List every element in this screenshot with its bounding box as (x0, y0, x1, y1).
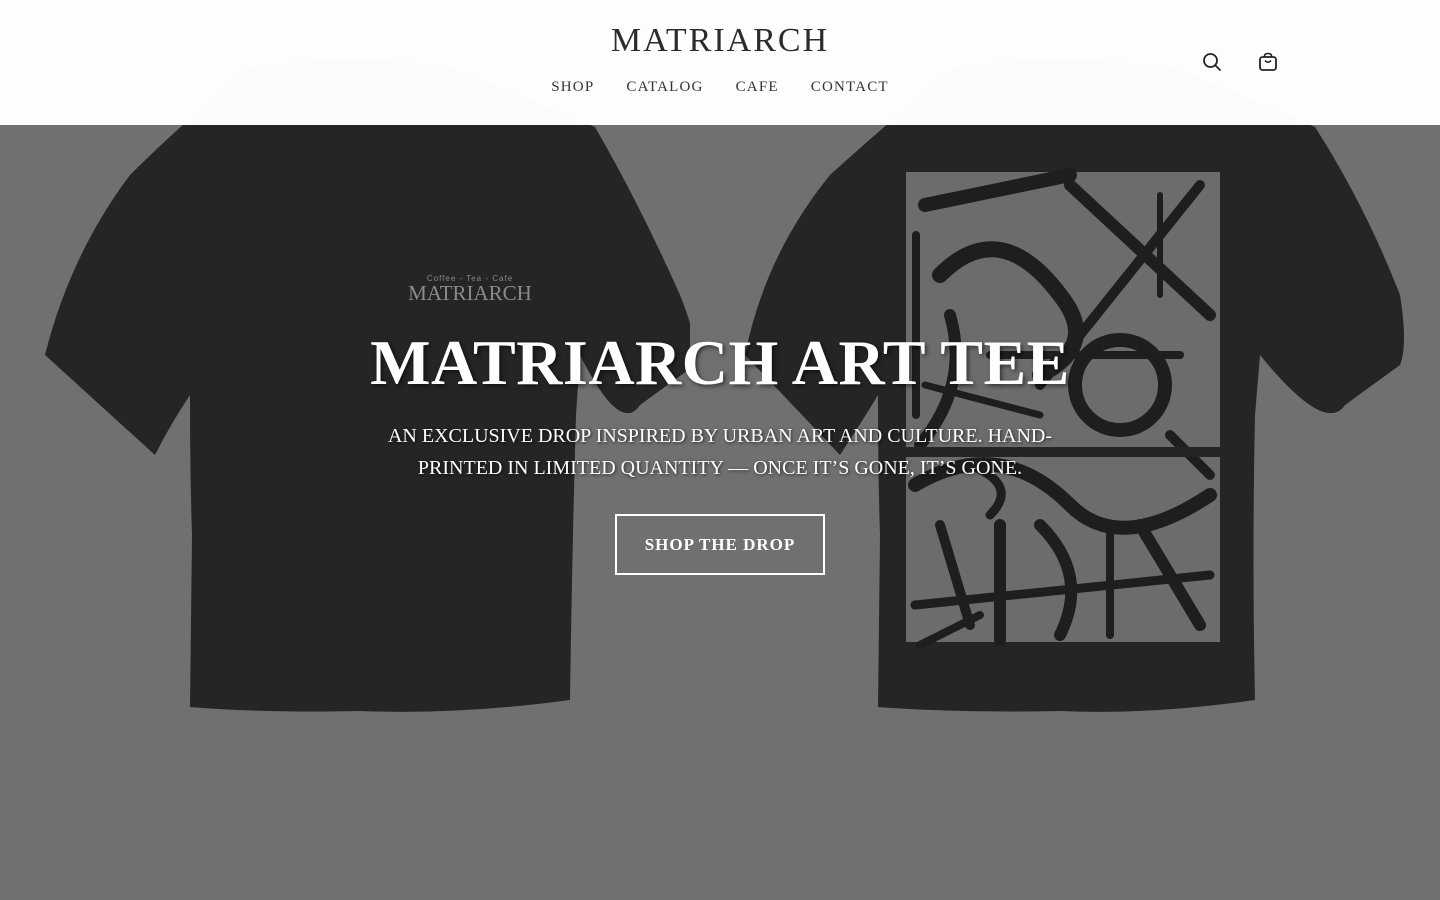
nav-catalog[interactable]: CATALOG (626, 79, 703, 96)
hero-title: MATRIARCH ART TEE (370, 327, 1070, 398)
site-header: MATRIARCH SHOP CATALOG CAFE CONTACT (0, 0, 1440, 125)
bag-icon[interactable] (1256, 50, 1280, 74)
search-icon[interactable] (1200, 50, 1224, 74)
nav-cafe[interactable]: CAFE (736, 79, 779, 96)
nav-shop[interactable]: SHOP (551, 79, 594, 96)
hero-content: MATRIARCH ART TEE AN EXCLUSIVE DROP INSP… (0, 0, 1440, 900)
hero-subtitle: AN EXCLUSIVE DROP INSPIRED BY URBAN ART … (387, 425, 1053, 479)
nav-contact[interactable]: CONTACT (811, 79, 889, 96)
brand-logo[interactable]: MATRIARCH (0, 22, 1440, 60)
main-nav: SHOP CATALOG CAFE CONTACT (0, 79, 1440, 96)
shop-the-drop-button[interactable]: SHOP THE DROP (615, 514, 825, 575)
